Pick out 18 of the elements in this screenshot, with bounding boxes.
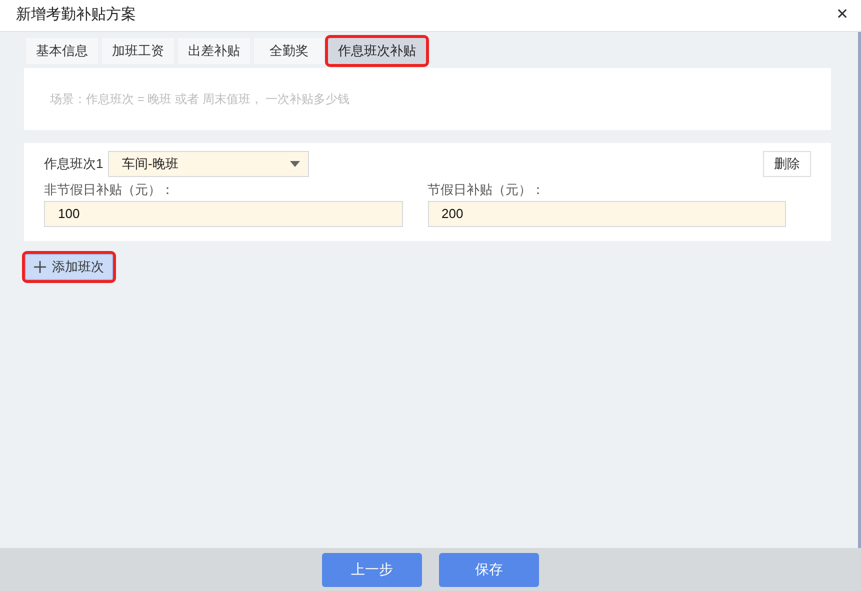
amount-field[interactable]: 100 xyxy=(44,201,402,227)
shift-label: 作息班次1 xyxy=(44,155,104,174)
field-label: 节假日补贴（元）： xyxy=(428,181,546,199)
amount-field[interactable]: 200 xyxy=(428,201,786,227)
field-label: 非节假日补贴（元）： xyxy=(44,181,175,199)
shift-select[interactable]: 车间-晚班 xyxy=(108,151,309,177)
scene-note: 场景：作息班次 = 晚班 或者 周末值班， 一次补贴多少钱 xyxy=(50,91,350,108)
window-title: 新增考勤补贴方案 xyxy=(16,5,136,26)
tab[interactable]: 加班工资 xyxy=(102,38,174,64)
add-shift-button[interactable]: 添加班次 xyxy=(25,254,113,280)
tab[interactable]: 作息班次补贴 xyxy=(328,38,426,64)
tab[interactable]: 出差补贴 xyxy=(178,38,250,64)
plus-icon xyxy=(34,261,46,273)
dropdown-caret-icon xyxy=(290,161,300,167)
close-button[interactable]: ✕ xyxy=(836,4,849,27)
tab[interactable]: 基本信息 xyxy=(26,38,98,64)
tab[interactable]: 全勤奖 xyxy=(254,38,324,64)
delete-button[interactable]: 删除 xyxy=(763,151,811,177)
